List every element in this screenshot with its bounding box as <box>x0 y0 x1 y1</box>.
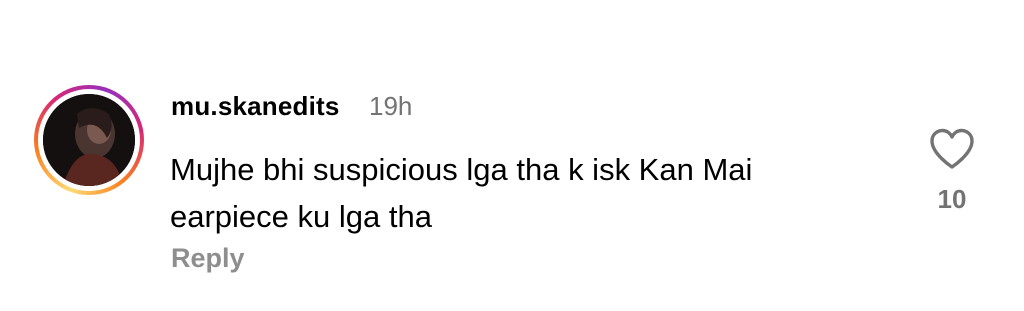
avatar-ring-gap <box>38 89 140 191</box>
avatar[interactable] <box>43 94 135 186</box>
comment-item: mu.skanedits 19h Mujhe bhi suspicious lg… <box>0 0 1024 311</box>
heart-outline-icon <box>930 128 974 169</box>
avatar-story-ring[interactable] <box>34 85 144 195</box>
timestamp: 19h <box>369 91 413 121</box>
comment-text-line: earpiece ku lga tha <box>170 199 432 234</box>
comment-text-line: Mujhe bhi suspicious lga tha k isk Kan M… <box>170 152 753 187</box>
reply-button[interactable]: Reply <box>171 243 245 274</box>
avatar-photo-icon <box>43 94 135 186</box>
like-button[interactable] <box>928 127 976 171</box>
comment-text: Mujhe bhi suspicious lga tha k isk Kan M… <box>170 146 910 240</box>
username[interactable]: mu.skanedits <box>171 91 340 122</box>
like-count: 10 <box>937 184 967 214</box>
